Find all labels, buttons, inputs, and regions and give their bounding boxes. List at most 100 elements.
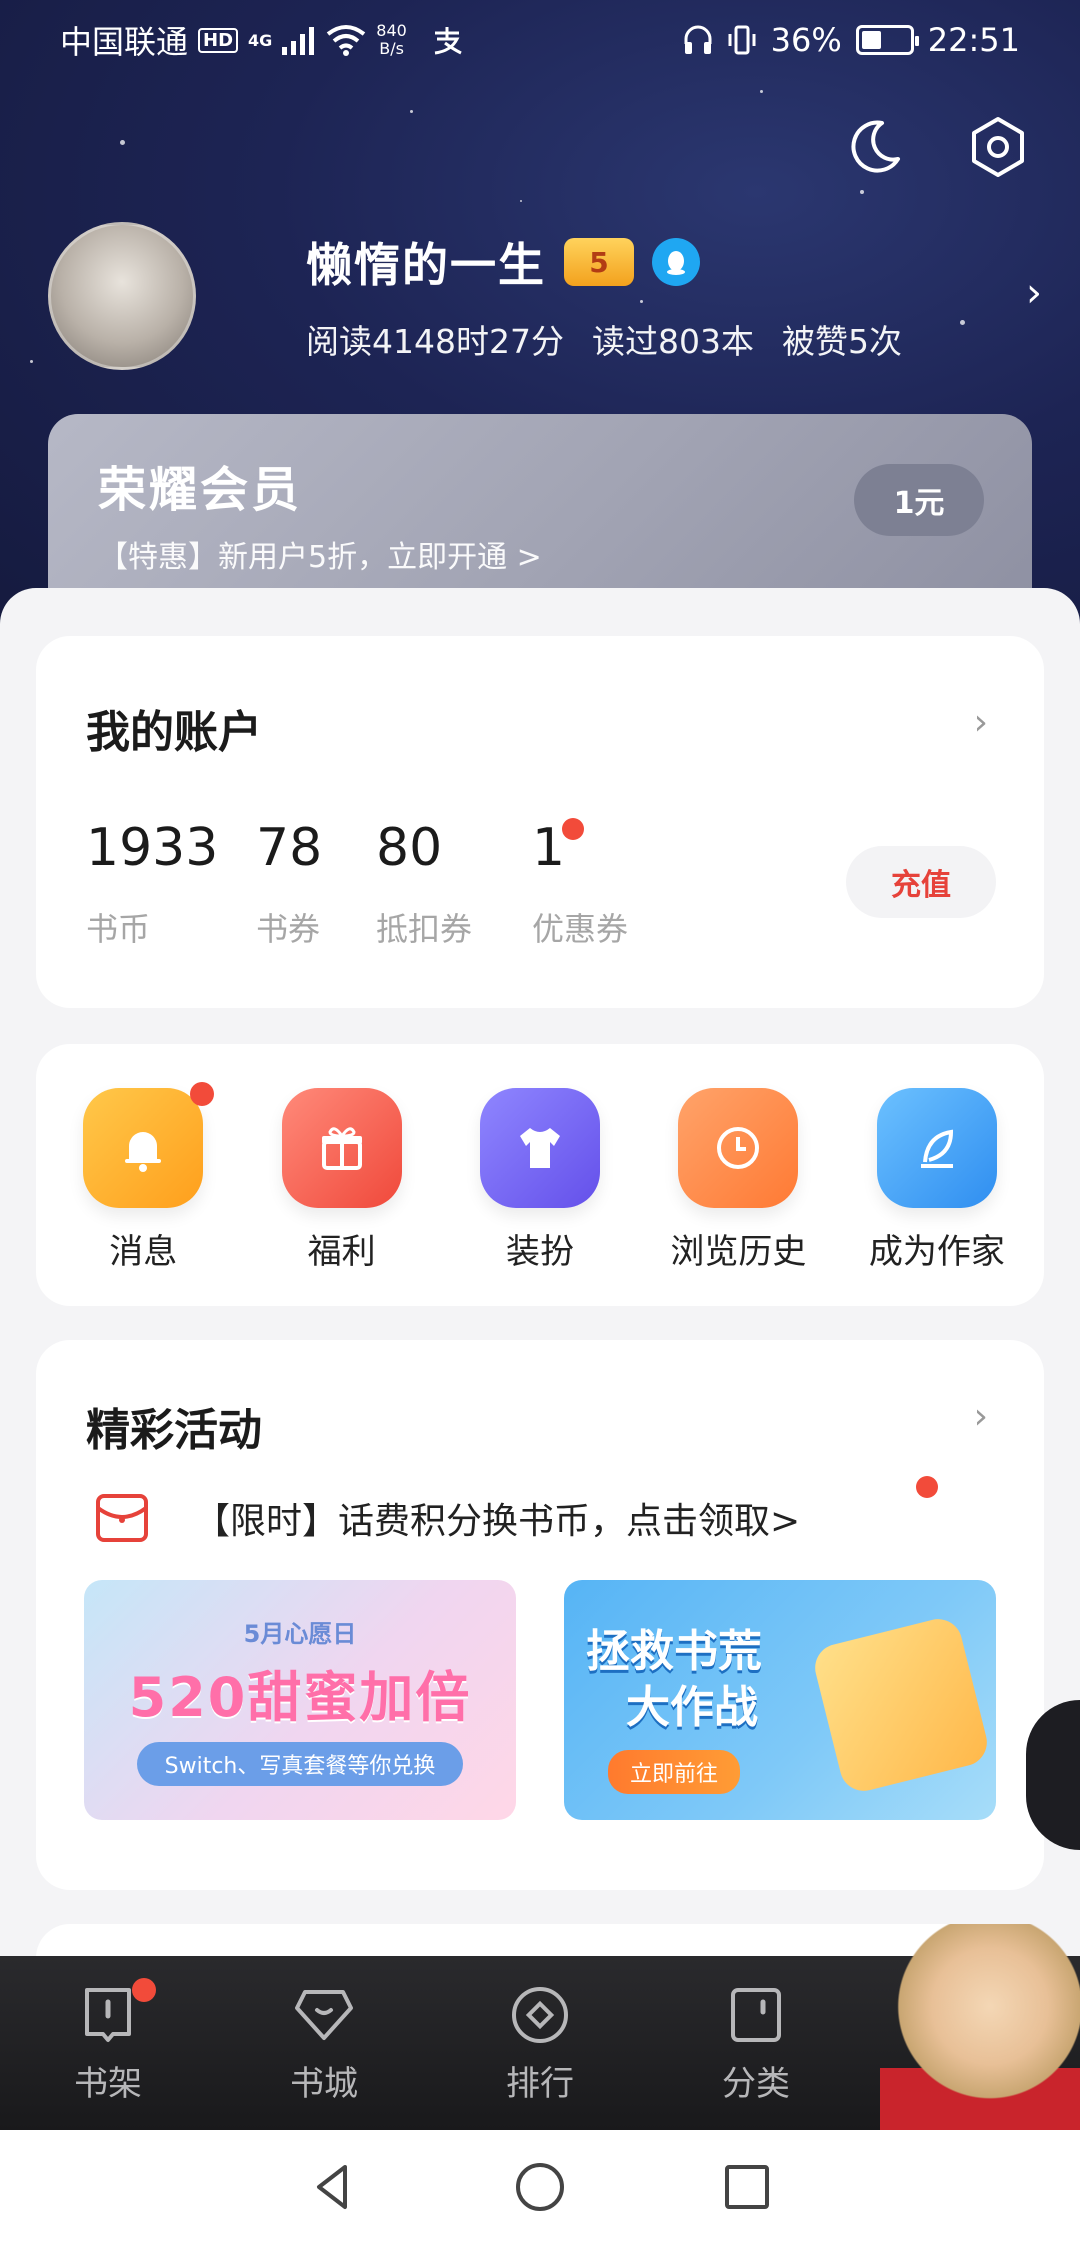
bell-icon [83,1088,204,1208]
back-icon[interactable] [305,2159,361,2215]
star-decoration [960,320,965,325]
notification-dot [132,1978,156,2002]
shortcut-label: 成为作家 [868,1232,1005,1272]
nav-label: 排行 [506,2063,574,2104]
shortcut-dressup[interactable]: 装扮 [441,1088,639,1306]
status-bar: 中国联通 HD 4G 840 B/s 36% 22:51 [0,0,1080,80]
shortcut-welfare[interactable]: 福利 [242,1088,440,1306]
recent-apps-icon[interactable] [719,2159,775,2215]
level-badge: 5 [564,238,634,286]
signal-icon [282,27,315,55]
nav-bookshelf[interactable]: 书架 [0,1956,216,2130]
notification-dot [562,818,584,840]
star-decoration [120,140,125,145]
speed-value: 840 [376,21,407,40]
notification-dot [916,1476,938,1498]
chevron-right-icon[interactable]: › [974,702,988,743]
username: 懒惰的一生 [306,238,546,292]
vip-price-button[interactable]: 1元 [854,464,984,536]
ranking-icon [512,1986,568,2043]
go-now-button[interactable]: 立即前往 [608,1750,741,1794]
nav-category[interactable]: 分类 [648,1956,864,2130]
gift-icon [281,1088,402,1208]
read-time: 阅读4148时27分 [306,322,564,361]
shortcut-become-writer[interactable]: 成为作家 [838,1088,1036,1306]
wifi-icon [327,25,366,56]
profile-chevron-right-icon[interactable]: › [1026,270,1042,316]
account-title[interactable]: 我的账户 [86,696,262,760]
qq-icon [652,238,700,286]
vouchers-label: 书券 [256,910,321,948]
star-decoration [410,110,413,113]
tshirt-icon [480,1088,601,1208]
carrier-name: 中国联通 [60,23,189,61]
events-title[interactable]: 精彩活动 [86,1394,262,1458]
profile-header: 中国联通 HD 4G 840 B/s 36% 22:51 懒惰的一生 5 阅读4… [0,0,1080,640]
events-card: 精彩活动 › 【限时】话费积分换书币，点击领取> 5月心愿日 520甜蜜加倍 S… [36,1340,1044,1890]
star-decoration [30,360,33,363]
headphones-icon [684,25,712,54]
avatar[interactable] [48,222,196,370]
nav-ranking[interactable]: 排行 [432,1956,648,2130]
deduction-label: 抵扣券 [376,910,473,948]
banner-headline: 拯救书荒 [586,1626,762,1677]
shortcuts-card: 消息 福利 装扮 浏览历史 成为作家 [36,1044,1044,1306]
banner-headline: 520甜蜜加倍 [128,1666,472,1729]
vip-promo-text[interactable]: 【特惠】新用户5折，立即开通 > [98,532,982,576]
shortcut-label: 装扮 [506,1232,575,1272]
star-decoration [520,200,522,202]
vip-title: 荣耀会员 [98,462,303,518]
network-speed: 840 B/s [376,22,407,58]
event-banner-rescue[interactable]: 拯救书荒 大作战 立即前往 [564,1580,996,1820]
vouchers-item[interactable]: 78 书券 [256,818,376,950]
character-avatar-widget[interactable] [880,1924,1080,2130]
account-card: 我的账户 › 1933 书币 78 书券 80 抵扣券 1 优惠券 充值 [36,636,1044,1008]
coupons-value: 1 [532,818,566,878]
battery-icon [855,25,919,55]
promo-link[interactable]: 【限时】话费积分换书币，点击领取> [94,1476,938,1546]
battery-percent: 36% [770,21,842,59]
books-read: 读过803本 [591,322,754,361]
home-icon[interactable] [512,2159,568,2215]
bookstore-icon [295,1989,353,2040]
nav-label: 书城 [290,2063,358,2104]
category-icon [731,1987,781,2042]
shortcut-history[interactable]: 浏览历史 [639,1088,837,1306]
vouchers-value: 78 [256,818,323,878]
promo-text: 【限时】话费积分换书币，点击领取> [194,1501,801,1542]
coins-value: 1933 [86,818,219,878]
notification-dot [190,1082,215,1106]
user-profile[interactable]: 懒惰的一生 5 阅读4148时27分 读过803本 被赞5次 [48,222,902,370]
star-decoration [760,90,763,93]
shortcut-label: 福利 [307,1232,376,1272]
nav-bookstore[interactable]: 书城 [216,1956,432,2130]
night-mode-icon[interactable] [842,115,906,179]
envelope-icon [96,1494,148,1542]
clock-time: 22:51 [927,21,1020,59]
banner-caption: 5月心愿日 [243,1620,357,1648]
vibrate-icon [728,25,756,55]
deduction-item[interactable]: 80 抵扣券 [376,818,532,950]
speed-unit: B/s [379,39,404,58]
banner-headline: 大作战 [626,1682,758,1733]
shortcut-messages[interactable]: 消息 [44,1082,242,1306]
recharge-button[interactable]: 充值 [846,846,996,918]
event-banner-520[interactable]: 5月心愿日 520甜蜜加倍 Switch、写真套餐等你兑换 [84,1580,516,1820]
banner-subtitle: Switch、写真套餐等你兑换 [136,1742,464,1786]
banner-illustration [810,1614,992,1796]
chevron-right-icon[interactable]: › [974,1396,988,1437]
nav-label: 书架 [74,2063,142,2104]
system-navigation-bar [0,2130,1080,2244]
coins-label: 书币 [86,910,151,948]
clock-icon [678,1088,799,1208]
likes-count: 被赞5次 [781,322,902,361]
coupons-item[interactable]: 1 优惠券 [532,818,692,950]
main-content: 我的账户 › 1933 书币 78 书券 80 抵扣券 1 优惠券 充值 消息 … [0,588,1080,2088]
star-decoration [860,190,864,194]
hd-badge: HD [198,27,239,53]
network-type: 4G [248,30,273,50]
deduction-value: 80 [376,818,443,878]
settings-icon[interactable] [966,115,1030,179]
coins-item[interactable]: 1933 书币 [86,818,256,950]
shortcut-label: 消息 [109,1232,178,1272]
